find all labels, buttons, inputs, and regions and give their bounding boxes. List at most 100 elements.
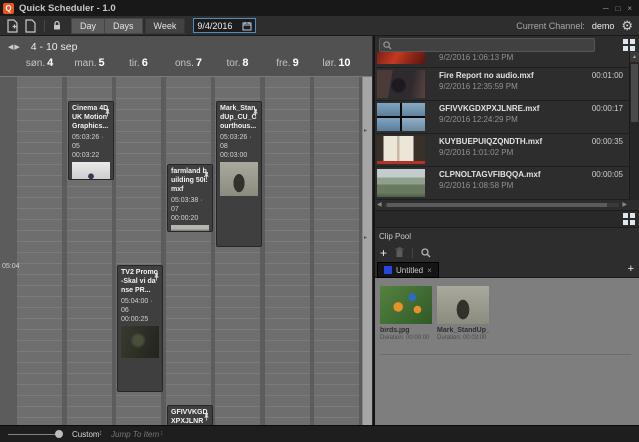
day-header-sun: søn.4 — [17, 57, 62, 69]
event-start-time: 05:03:38 · 07 — [171, 196, 209, 214]
quick-scheduler-window: Q Quick Scheduler - 1.0 ─ □ × Day Days W… — [0, 0, 639, 442]
media-list-hscrollbar[interactable]: ◀ ▶ — [377, 202, 627, 209]
media-timestamp: 9/2/2016 12:35:59 PM — [439, 82, 518, 91]
window-title: Quick Scheduler - 1.0 — [19, 3, 116, 14]
event-thumbnail — [220, 162, 258, 196]
list-item[interactable]: GFIVVKGDXPXJLNRE.mxf 9/2/2016 12:24:29 P… — [375, 101, 629, 134]
open-schedule-button[interactable] — [24, 19, 37, 33]
date-input[interactable] — [197, 21, 239, 31]
event-start-time: 05:04:00 · 06 — [121, 297, 159, 315]
trash-icon[interactable] — [395, 247, 404, 258]
add-tab-button[interactable]: + — [628, 263, 634, 275]
event-thumbnail — [121, 326, 159, 358]
event-tv2-promo[interactable]: TV2 Promo -Skal vi danse PR... 05:04:00 … — [117, 265, 163, 392]
day-header-thu: tor.8 — [215, 57, 260, 69]
current-channel-value[interactable]: demo — [592, 21, 615, 31]
zoom-slider-track[interactable] — [8, 434, 56, 435]
custom-dropdown[interactable]: Custom — [72, 430, 100, 439]
scroll-left-icon[interactable]: ◀ — [377, 202, 382, 209]
clip-pool-content: birds.jpg Duration: 00:00:00 Mark_StandU… — [375, 278, 639, 425]
day-column[interactable] — [166, 77, 211, 425]
clip-pool-title: Clip Pool — [379, 232, 411, 241]
settings-gear-icon[interactable]: ⚙ — [621, 19, 633, 32]
open-document-icon — [24, 19, 37, 33]
media-timestamp: 9/2/2016 1:01:02 PM — [439, 148, 513, 157]
view-week-button[interactable]: Week — [145, 18, 186, 34]
new-schedule-button[interactable] — [6, 19, 19, 33]
tab-close-icon[interactable]: × — [427, 266, 432, 275]
tab-untitled[interactable]: Untitled × — [377, 262, 439, 278]
event-thumbnail — [72, 162, 110, 180]
close-button[interactable]: × — [627, 4, 632, 13]
media-thumbnail — [377, 52, 425, 64]
view-day-button[interactable]: Day — [71, 18, 105, 34]
date-range-label: 4 - 10 sep — [31, 41, 78, 53]
clip-thumbnail — [380, 286, 432, 324]
day-column[interactable] — [265, 77, 310, 425]
calendar-scrollbar[interactable]: ▸ ▸ — [362, 77, 372, 425]
clip-card-birds[interactable]: birds.jpg Duration: 00:00:00 — [380, 286, 432, 341]
library-footer — [375, 210, 639, 228]
next-week-button[interactable]: ▶ — [14, 44, 20, 51]
splitter-arrow-icon[interactable]: ▸ — [364, 234, 367, 241]
minimize-button[interactable]: ─ — [603, 4, 609, 13]
media-title: KUYBUEPUIQZQNDTH.mxf — [439, 137, 542, 146]
toolbar-separator — [412, 248, 413, 258]
grid-view-icon[interactable] — [623, 39, 635, 51]
add-clip-button[interactable]: + — [380, 247, 387, 259]
pin-icon — [203, 408, 210, 425]
clip-pool-divider — [380, 354, 631, 355]
media-search-input[interactable] — [395, 40, 591, 50]
day-header-fri: fre.9 — [265, 57, 310, 69]
event-cinema-4d[interactable]: Cinema 4D UK Motion Graphics... 05:03:26… — [68, 101, 114, 180]
schedule-calendar: ◀▶ 4 - 10 sep søn.4 man.5 tir.6 ons.7 to… — [0, 36, 372, 425]
splitter-arrow-icon[interactable]: ▸ — [364, 127, 367, 134]
list-item[interactable]: KUYBUEPUIQZQNDTH.mxf 9/2/2016 1:01:02 PM… — [375, 134, 629, 167]
search-icon — [383, 41, 392, 50]
lock-button[interactable] — [52, 20, 62, 31]
pin-icon — [104, 104, 111, 122]
media-duration: 00:01:00 — [592, 71, 623, 80]
clip-name: birds.jpg — [380, 327, 432, 334]
media-thumbnail — [377, 103, 425, 131]
maximize-button[interactable]: □ — [615, 4, 620, 13]
date-picker[interactable] — [193, 18, 256, 33]
day-column[interactable] — [17, 77, 62, 425]
clip-thumbnail — [437, 286, 489, 324]
media-title: Fire Report no audio.mxf — [439, 71, 534, 80]
pin-icon — [252, 104, 259, 122]
list-item[interactable]: 9/2/2016 1:06:13 PM — [375, 52, 629, 68]
list-item[interactable]: CLPNOLTAGVFIBQQA.mxf 9/2/2016 1:08:58 PM… — [375, 167, 629, 200]
zoom-slider-handle[interactable] — [55, 430, 63, 438]
media-duration: 00:00:35 — [592, 137, 623, 146]
clip-pool-search-icon[interactable] — [421, 248, 431, 258]
event-farmland[interactable]: farmland building 50i.mxf 05:03:38 · 07 … — [167, 164, 213, 232]
scrollbar-thumb[interactable] — [631, 64, 638, 122]
media-thumbnail — [377, 169, 425, 197]
event-duration: 00:03:22 — [72, 151, 110, 160]
scroll-up-icon[interactable]: ▲ — [630, 52, 639, 62]
list-item[interactable]: Fire Report no audio.mxf 9/2/2016 12:35:… — [375, 68, 629, 101]
updown-icon[interactable]: ↕ — [99, 430, 103, 437]
current-channel-label: Current Channel: — [516, 21, 585, 31]
updown-icon[interactable]: ↕ — [160, 430, 164, 437]
scroll-right-icon[interactable]: ▶ — [622, 202, 627, 209]
calendar-grid[interactable]: 05:04 Cinema 4D UK Motion Graphics... 05… — [0, 76, 372, 425]
media-list-scrollbar[interactable]: ▲ — [629, 52, 639, 200]
event-gfivvkgd[interactable]: GFIVVKGDXPXJLNRE... — [167, 405, 213, 425]
day-column[interactable] — [314, 77, 359, 425]
media-search-field[interactable] — [379, 38, 595, 52]
scrollbar-thumb[interactable] — [387, 203, 607, 207]
media-timestamp: 9/2/2016 1:06:13 PM — [439, 53, 513, 62]
clip-card-mark[interactable]: Mark_StandUp_... Duration: 00:03:00 — [437, 286, 489, 341]
main-toolbar: Day Days Week Current Channel: demo ⚙ — [0, 16, 639, 36]
media-duration: 00:00:17 — [592, 104, 623, 113]
jump-to-item-dropdown[interactable]: Jump To Item — [111, 430, 159, 439]
grid-view-icon[interactable] — [623, 213, 635, 225]
calendar-icon[interactable] — [242, 21, 252, 31]
media-timestamp: 9/2/2016 12:24:29 PM — [439, 115, 518, 124]
day-header-sat: lør.10 — [314, 57, 359, 69]
event-mark-standup[interactable]: Mark_StandUp_CU_Courthous... 05:03:26 · … — [216, 101, 262, 247]
event-duration: 00:00:20 — [171, 214, 209, 223]
view-days-button[interactable]: Days — [105, 18, 143, 34]
